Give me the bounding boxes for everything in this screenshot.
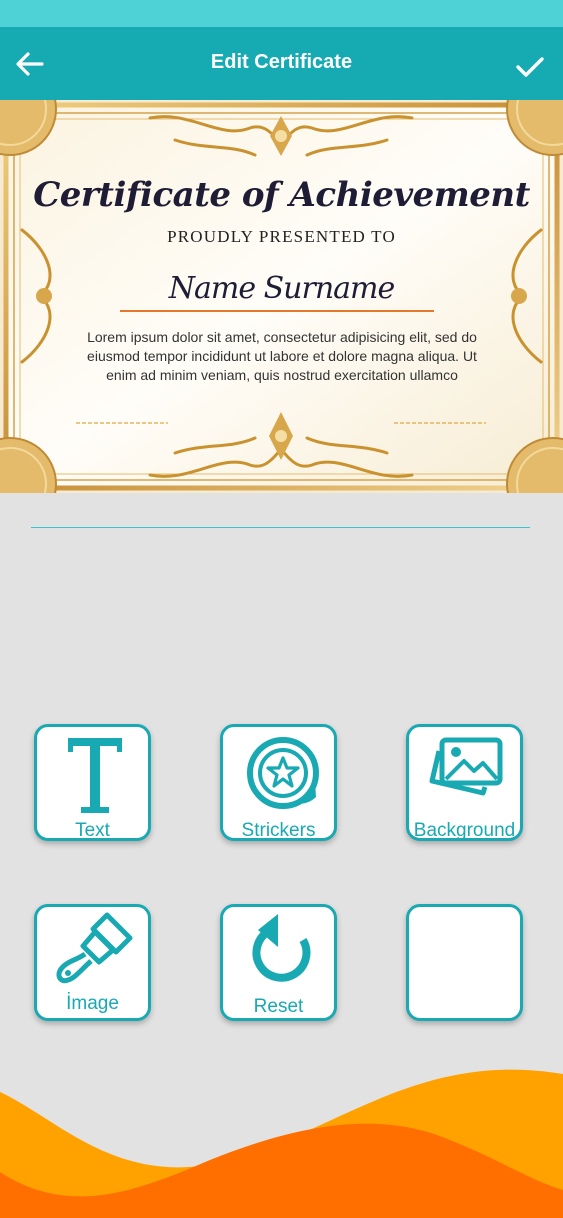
background-tool-label: Background (413, 820, 516, 841)
reset-tool-button[interactable]: Reset (220, 904, 337, 1021)
decorative-wave (0, 1069, 563, 1218)
image-tool-label: İmage (66, 993, 119, 1014)
app-bar: Edit Certificate (0, 27, 563, 100)
checkmark-icon (516, 57, 544, 77)
certificate-name: Name Surname (168, 271, 396, 306)
divider (31, 527, 530, 528)
page-title: Edit Certificate (210, 51, 353, 73)
background-tool-button[interactable]: Background (406, 724, 523, 841)
stickers-tool-button[interactable]: Strickers (220, 724, 337, 841)
certificate-canvas[interactable]: Certificate of Achievement PROUDLY PRESE… (0, 100, 563, 493)
certificate-subtitle: PROUDLY PRESENTED TO (167, 227, 396, 246)
empty-tool-button[interactable] (406, 904, 523, 1021)
text-tool-label: Text (75, 820, 110, 841)
image-tool-button[interactable]: İmage (34, 904, 151, 1021)
certificate-body: Lorem ipsum dolor sit amet, consectetur … (87, 329, 477, 383)
reset-tool-label: Reset (253, 996, 304, 1017)
text-tool-button[interactable]: Text (34, 724, 151, 841)
stickers-tool-label: Strickers (241, 820, 316, 841)
confirm-button[interactable] (512, 49, 548, 83)
status-bar (0, 0, 563, 27)
certificate-title: Certificate of Achievement (33, 175, 530, 215)
